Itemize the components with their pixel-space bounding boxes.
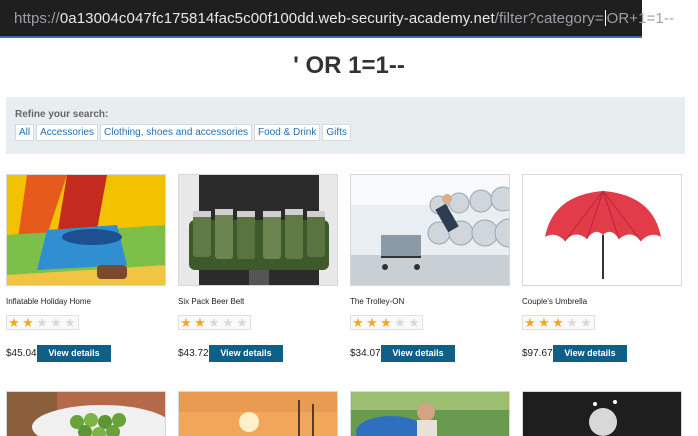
star-icon: ★ — [50, 315, 62, 330]
address-bar-url[interactable]: https://0a13004c047fc175814fac5c00f100dd… — [14, 10, 674, 27]
product-image-dark-product[interactable] — [522, 391, 682, 436]
star-icon: ★ — [208, 315, 220, 330]
product-name: Couple's Umbrella — [522, 297, 588, 306]
star-icon: ★ — [524, 315, 536, 330]
browser-chrome: https://0a13004c047fc175814fac5c00f100dd… — [0, 0, 698, 40]
url-scheme: https:// — [14, 10, 60, 27]
page-title: ' OR 1=1-- — [293, 52, 405, 79]
star-icon: ★ — [194, 315, 206, 330]
star-icon: ★ — [64, 315, 76, 330]
view-details-button[interactable]: View details — [37, 345, 111, 362]
product-name: The Trolley-ON — [350, 297, 405, 306]
product-name: Six Pack Beer Belt — [178, 297, 245, 306]
star-icon: ★ — [180, 315, 192, 330]
view-details-button[interactable]: View details — [381, 345, 455, 362]
category-link-all[interactable]: All — [15, 124, 35, 141]
star-icon: ★ — [394, 315, 406, 330]
url-host: 0a13004c047fc175814fac5c00f100dd.web-sec… — [59, 10, 495, 27]
product-price: $45.04 — [6, 348, 37, 359]
product-image-six-pack-beer-belt[interactable] — [178, 174, 338, 286]
filter-panel: Refine your search: All Accessories Clot… — [6, 97, 685, 154]
star-icon: ★ — [22, 315, 34, 330]
product-image-sprouts[interactable] — [6, 391, 166, 436]
star-icon: ★ — [566, 315, 578, 330]
rating-stars: ★ ★ ★ ★ ★ — [522, 315, 595, 330]
category-link-clothing[interactable]: Clothing, shoes and accessories — [100, 124, 253, 141]
product-price: $34.07 — [350, 348, 381, 359]
star-icon: ★ — [552, 315, 564, 330]
product-image-couples-umbrella[interactable] — [522, 174, 682, 286]
address-bar[interactable]: https://0a13004c047fc175814fac5c00f100dd… — [0, 0, 674, 38]
star-icon: ★ — [580, 315, 592, 330]
star-icon: ★ — [380, 315, 392, 330]
star-icon: ★ — [222, 315, 234, 330]
category-links: All Accessories Clothing, shoes and acce… — [15, 124, 351, 141]
star-icon: ★ — [236, 315, 248, 330]
star-icon: ★ — [36, 315, 48, 330]
star-icon: ★ — [538, 315, 550, 330]
view-details-button[interactable]: View details — [553, 345, 627, 362]
product-image-sunset[interactable] — [178, 391, 338, 436]
text-caret — [604, 10, 606, 26]
product-name: Inflatable Holiday Home — [6, 297, 91, 306]
category-link-accessories[interactable]: Accessories — [36, 124, 99, 141]
star-icon: ★ — [366, 315, 378, 330]
view-details-button[interactable]: View details — [209, 345, 283, 362]
rating-stars: ★ ★ ★ ★ ★ — [178, 315, 251, 330]
product-price: $43.72 — [178, 348, 209, 359]
product-image-inflatable-holiday-home[interactable] — [6, 174, 166, 286]
rating-stars: ★ ★ ★ ★ ★ — [350, 315, 423, 330]
url-path: /filter?category= — [494, 10, 604, 27]
star-icon: ★ — [8, 315, 20, 330]
product-image-trolley-on[interactable] — [350, 174, 510, 286]
product-price: $97.67 — [522, 348, 553, 359]
product-image-bean-bag[interactable] — [350, 391, 510, 436]
url-query-value: OR+1=1-- — [606, 10, 675, 27]
rating-stars: ★ ★ ★ ★ ★ — [6, 315, 79, 330]
filter-label: Refine your search: — [15, 109, 109, 120]
category-link-food-drink[interactable]: Food & Drink — [254, 124, 321, 141]
category-link-gifts[interactable]: Gifts — [322, 124, 351, 141]
star-icon: ★ — [352, 315, 364, 330]
star-icon: ★ — [408, 315, 420, 330]
